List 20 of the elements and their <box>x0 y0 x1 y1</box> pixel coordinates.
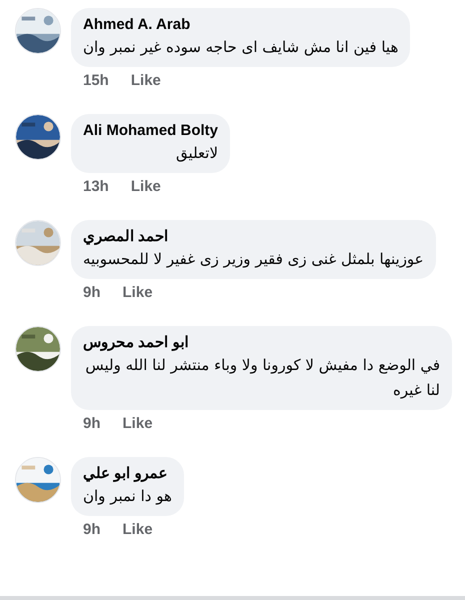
comment-text: هيا فين انا مش شايف اى حاجه سوده غير نمبر وان <box>83 37 398 58</box>
comment-text: في الوضع دا مفيش لا كورونا ولا وباء منتشر لنا الله وليس لنا غيره <box>84 355 440 401</box>
comment-text: عوزينها بلمثل غنى زى فقير وزير زى غفير لا للمحسوبيه <box>83 249 424 270</box>
author-name[interactable]: Ahmed A. Arab <box>83 15 398 35</box>
like-button[interactable]: Like <box>122 415 153 433</box>
comment-time: 9h <box>83 284 101 302</box>
like-button[interactable]: Like <box>122 521 153 539</box>
comment-text: هو دا نمبر وان <box>83 486 172 507</box>
author-name[interactable]: احمد المصري <box>83 227 424 247</box>
author-name[interactable]: Ali Mohamed Bolty <box>83 121 218 141</box>
author-name[interactable]: ابو احمد محروس <box>83 333 440 353</box>
like-button[interactable]: Like <box>130 178 161 196</box>
comment-time: 9h <box>83 521 101 539</box>
like-button[interactable]: Like <box>122 284 153 302</box>
comment-time: 13h <box>83 178 109 196</box>
comment-time: 9h <box>83 415 101 433</box>
comment-text: لاتعليق <box>175 143 218 164</box>
like-button[interactable]: Like <box>130 72 161 90</box>
comment-time: 15h <box>83 72 109 90</box>
author-name[interactable]: عمرو ابو علي <box>83 464 172 484</box>
